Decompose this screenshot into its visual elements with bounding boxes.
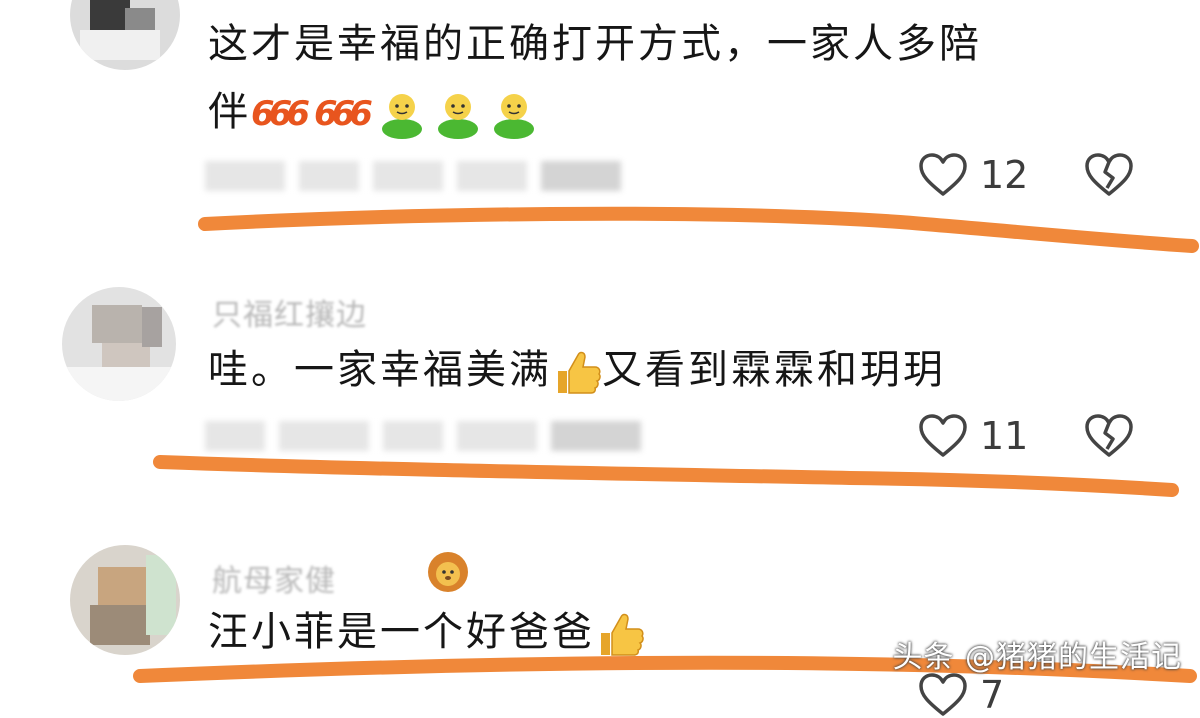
person-emoji-icon	[437, 94, 478, 139]
person-emoji-icon	[381, 94, 422, 139]
like-group: 12	[918, 152, 1028, 198]
watermark: 头条 @猪猪的生活记	[892, 640, 1182, 675]
like-group: 7	[918, 672, 1004, 718]
lion-icon	[426, 550, 470, 594]
avatar[interactable]	[62, 287, 176, 401]
comment-meta	[205, 416, 641, 456]
thumbs-up-icon	[558, 351, 601, 394]
reply-button[interactable]	[551, 421, 641, 451]
dislike-icon[interactable]	[1084, 413, 1134, 459]
person-emoji-icon	[493, 94, 534, 139]
heart-icon[interactable]	[918, 413, 968, 459]
heart-icon[interactable]	[918, 672, 968, 718]
thumbs-up-icon	[601, 613, 644, 656]
like-count: 12	[980, 153, 1029, 197]
comment-meta	[205, 156, 621, 196]
comment-text: 汪小菲是一个好爸爸	[208, 602, 645, 662]
like-count: 7	[980, 673, 1005, 717]
six-emoji: 666	[313, 94, 373, 134]
username[interactable]: 航母家健	[212, 556, 336, 600]
heart-icon[interactable]	[918, 152, 968, 198]
reply-button[interactable]	[541, 161, 621, 191]
comment-text: 哇。一家幸福美满 又看到霖霖和玥玥	[208, 340, 946, 400]
avatar[interactable]	[70, 0, 180, 70]
username[interactable]: 只福红攘边	[212, 290, 367, 334]
six-emoji: 666	[251, 94, 310, 134]
comment-text-continued: 伴666 666	[208, 82, 545, 144]
dislike-icon[interactable]	[1084, 152, 1134, 198]
avatar[interactable]	[70, 545, 180, 655]
like-group: 11	[918, 413, 1028, 459]
like-count: 11	[980, 414, 1029, 458]
comment-text: 这才是幸福的正确打开方式，一家人多陪	[208, 21, 982, 67]
